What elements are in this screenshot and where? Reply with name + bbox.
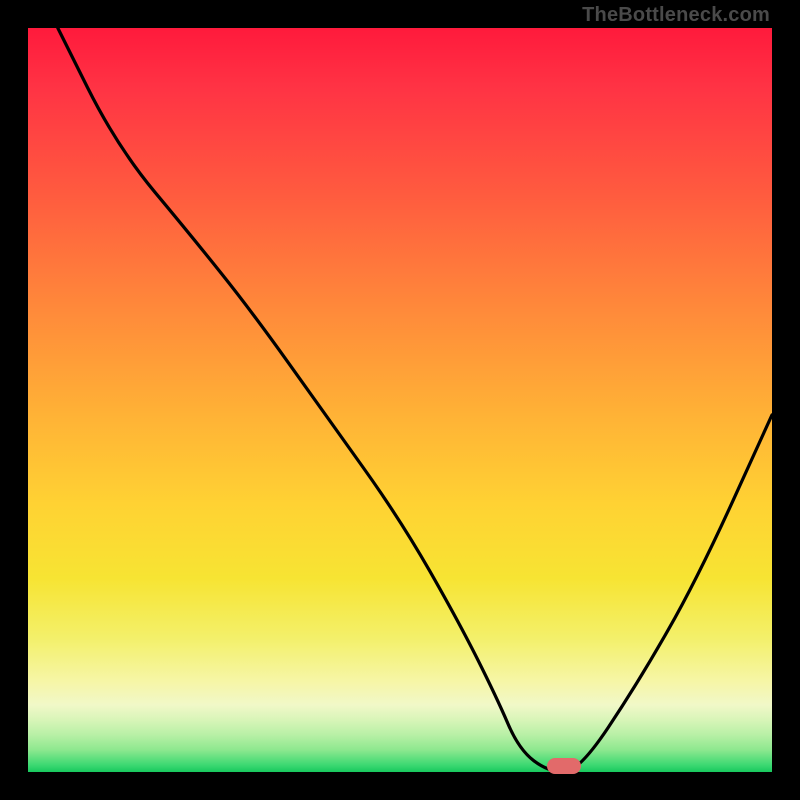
plot-area (28, 28, 772, 772)
chart-frame: TheBottleneck.com (0, 0, 800, 800)
watermark-text: TheBottleneck.com (582, 4, 770, 27)
optimal-marker (547, 758, 581, 774)
bottleneck-curve (28, 28, 772, 772)
